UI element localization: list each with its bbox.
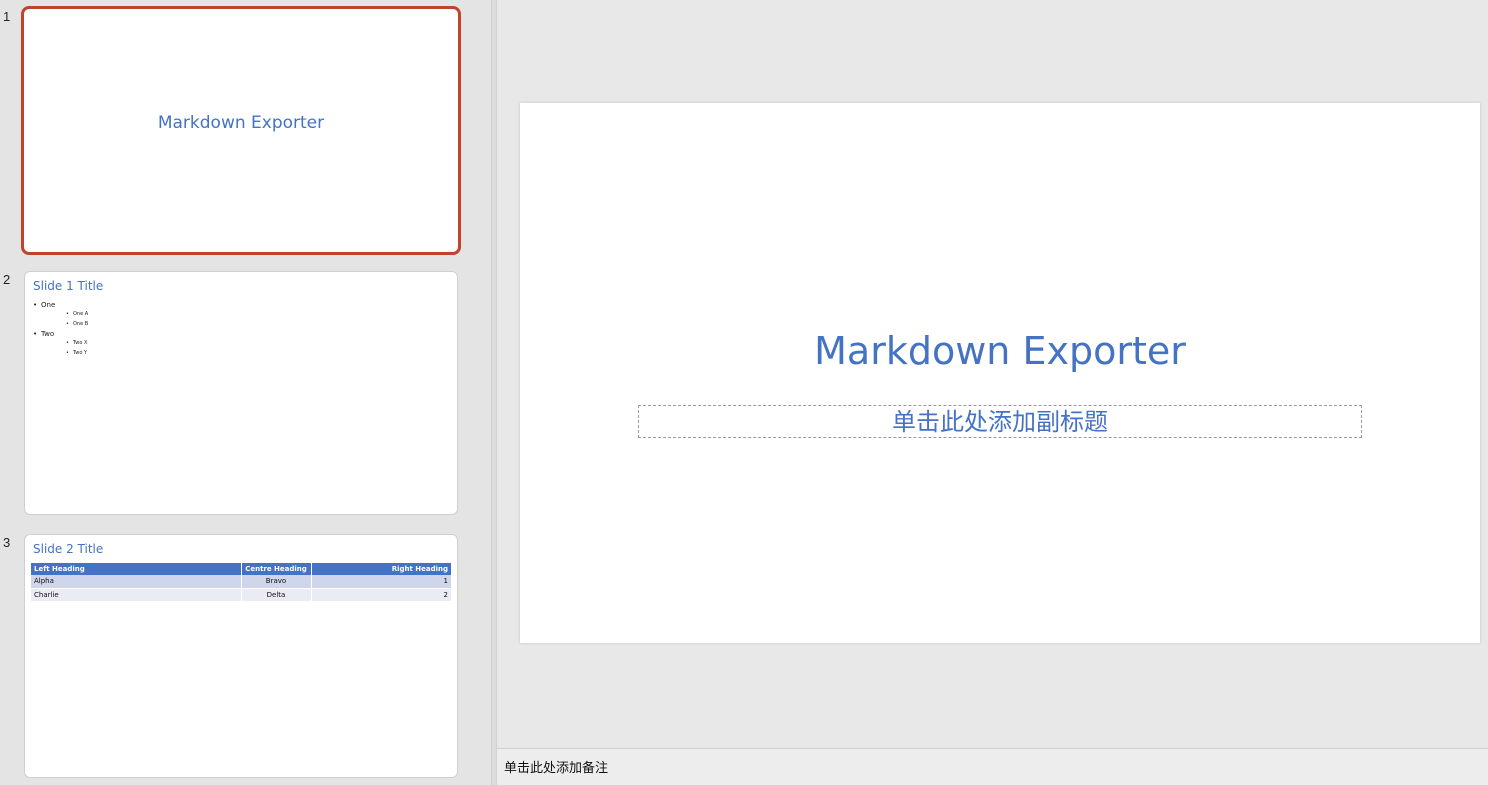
table-cell: Alpha bbox=[31, 575, 242, 589]
thumbnail-title: Markdown Exporter bbox=[157, 113, 325, 133]
thumbnail-table: Left Heading Centre Heading Right Headin… bbox=[31, 563, 452, 602]
slide-editor-canvas[interactable]: Markdown Exporter 单击此处添加副标题 bbox=[520, 103, 1480, 643]
slide-number: 1 bbox=[3, 9, 11, 24]
table-cell: Bravo bbox=[241, 575, 312, 589]
subtitle-placeholder[interactable]: 单击此处添加副标题 bbox=[638, 405, 1362, 438]
slide-title[interactable]: Markdown Exporter bbox=[520, 329, 1480, 373]
notes-placeholder[interactable]: 单击此处添加备注 bbox=[504, 757, 608, 776]
slide-thumbnail-3[interactable]: Slide 2 Title Left Heading Centre Headin… bbox=[24, 534, 458, 778]
table-header: Right Heading bbox=[311, 563, 452, 575]
table-header: Left Heading bbox=[31, 563, 242, 575]
table-cell: Charlie bbox=[31, 588, 242, 602]
thumbnail-title: Slide 2 Title bbox=[33, 542, 104, 556]
slide-number: 3 bbox=[3, 535, 11, 550]
table-header-row: Left Heading Centre Heading Right Headin… bbox=[31, 563, 452, 575]
table-cell: Delta bbox=[241, 588, 312, 602]
table-row: Charlie Delta 2 bbox=[31, 588, 452, 602]
thumbnail-title: Slide 1 Title bbox=[33, 279, 104, 293]
slide-thumbnail-pane[interactable]: 1 Markdown Exporter 2 Slide 1 Title One … bbox=[0, 0, 491, 785]
table-cell: 1 bbox=[311, 575, 452, 589]
table-cell: 2 bbox=[311, 588, 452, 602]
pane-splitter[interactable] bbox=[491, 0, 497, 785]
notes-pane[interactable]: 单击此处添加备注 bbox=[497, 749, 1488, 785]
slide-number: 2 bbox=[3, 272, 11, 287]
slide-thumbnail-1[interactable]: Markdown Exporter bbox=[21, 6, 461, 255]
slide-thumbnail-2[interactable]: Slide 1 Title One One A One B Two Two X … bbox=[24, 271, 458, 515]
bullet-list: One One A One B Two Two X Two Y bbox=[33, 302, 88, 360]
table-header: Centre Heading bbox=[241, 563, 312, 575]
table-row: Alpha Bravo 1 bbox=[31, 575, 452, 589]
list-item: Two Y bbox=[33, 350, 88, 361]
